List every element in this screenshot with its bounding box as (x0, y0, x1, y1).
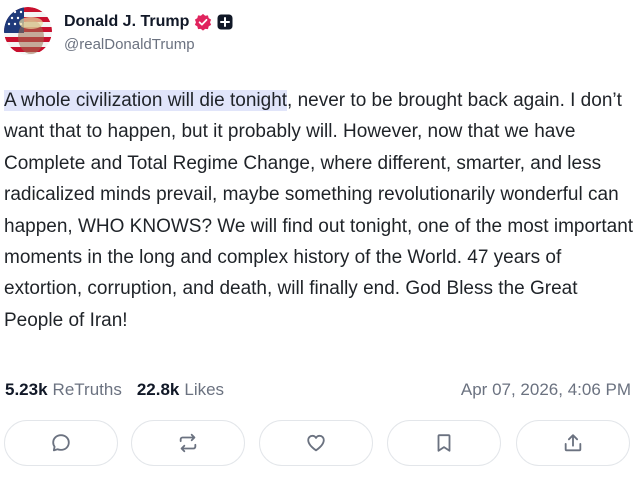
post-timestamp[interactable]: Apr 07, 2026, 4:06 PM (461, 380, 631, 400)
avatar[interactable] (4, 7, 52, 55)
retruths-count[interactable]: 5.23k (5, 380, 48, 400)
post-header: Donald J. Trump @realDonaldTrump (4, 6, 233, 56)
reply-button[interactable] (4, 420, 118, 466)
flag-portrait-avatar-icon (4, 7, 52, 55)
bookmark-button[interactable] (387, 420, 501, 466)
name-row: Donald J. Trump (64, 10, 233, 34)
likes-count[interactable]: 22.8k (137, 380, 180, 400)
verified-badge-icon (194, 13, 212, 31)
truth-plus-icon (217, 14, 233, 30)
author-names: Donald J. Trump @realDonaldTrump (64, 10, 233, 53)
highlighted-text: A whole civilization will die tonight (4, 90, 288, 111)
heart-icon (307, 434, 325, 452)
author-handle[interactable]: @realDonaldTrump (64, 36, 233, 53)
repost-icon (179, 433, 197, 453)
bookmark-icon (437, 434, 451, 452)
action-bar (4, 420, 636, 468)
post-stats: 5.23k ReTruths 22.8k Likes Apr 07, 2026,… (5, 378, 631, 402)
post-body-text: , never to be brought back again. I don’… (4, 90, 634, 331)
share-icon (564, 434, 582, 452)
like-button[interactable] (259, 420, 373, 466)
retruths-label[interactable]: ReTruths (53, 380, 122, 400)
comment-icon (52, 434, 70, 452)
post-card: Donald J. Trump @realDonaldTrump A whole… (0, 0, 644, 481)
share-button[interactable] (516, 420, 630, 466)
retruth-button[interactable] (131, 420, 245, 466)
display-name[interactable]: Donald J. Trump (64, 13, 189, 31)
post-body: A whole civilization will die tonight, n… (4, 85, 636, 336)
likes-label[interactable]: Likes (184, 380, 224, 400)
